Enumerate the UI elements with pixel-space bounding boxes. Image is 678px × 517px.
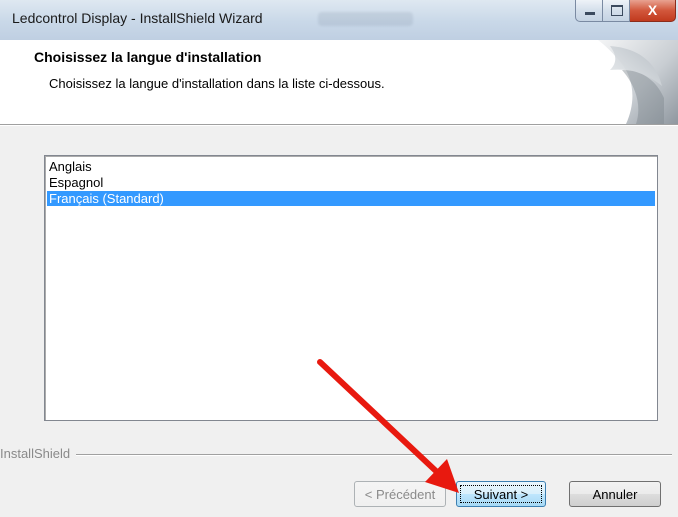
focus-rectangle — [460, 485, 542, 503]
header-graphic — [598, 40, 678, 124]
title-bar-shadow — [318, 12, 413, 26]
cancel-button[interactable]: Annuler — [569, 481, 661, 507]
list-item-francais[interactable]: Français (Standard) — [47, 191, 655, 206]
minimize-button[interactable] — [575, 0, 603, 22]
close-icon: X — [647, 2, 658, 18]
close-button[interactable]: X — [630, 0, 676, 22]
list-item-espagnol[interactable]: Espagnol — [47, 175, 655, 190]
page-subtitle: Choisissez la langue d'installation dans… — [49, 76, 385, 91]
caption-buttons: X — [575, 0, 676, 22]
brand-separator — [0, 454, 672, 456]
minimize-icon — [585, 12, 595, 15]
next-button[interactable]: Suivant > — [456, 481, 546, 507]
maximize-button[interactable] — [603, 0, 630, 22]
list-item-anglais[interactable]: Anglais — [47, 159, 655, 174]
previous-button[interactable]: < Précédent — [354, 481, 446, 507]
page-title: Choisissez la langue d'installation — [34, 49, 262, 65]
title-bar[interactable]: Ledcontrol Display - InstallShield Wizar… — [0, 0, 678, 40]
window-title: Ledcontrol Display - InstallShield Wizar… — [12, 10, 263, 26]
installshield-label: InstallShield — [0, 446, 77, 461]
maximize-icon — [611, 5, 623, 16]
wizard-header: Choisissez la langue d'installation Choi… — [0, 40, 678, 124]
header-separator — [0, 124, 678, 126]
language-listbox[interactable]: Anglais Espagnol Français (Standard) — [44, 155, 658, 421]
